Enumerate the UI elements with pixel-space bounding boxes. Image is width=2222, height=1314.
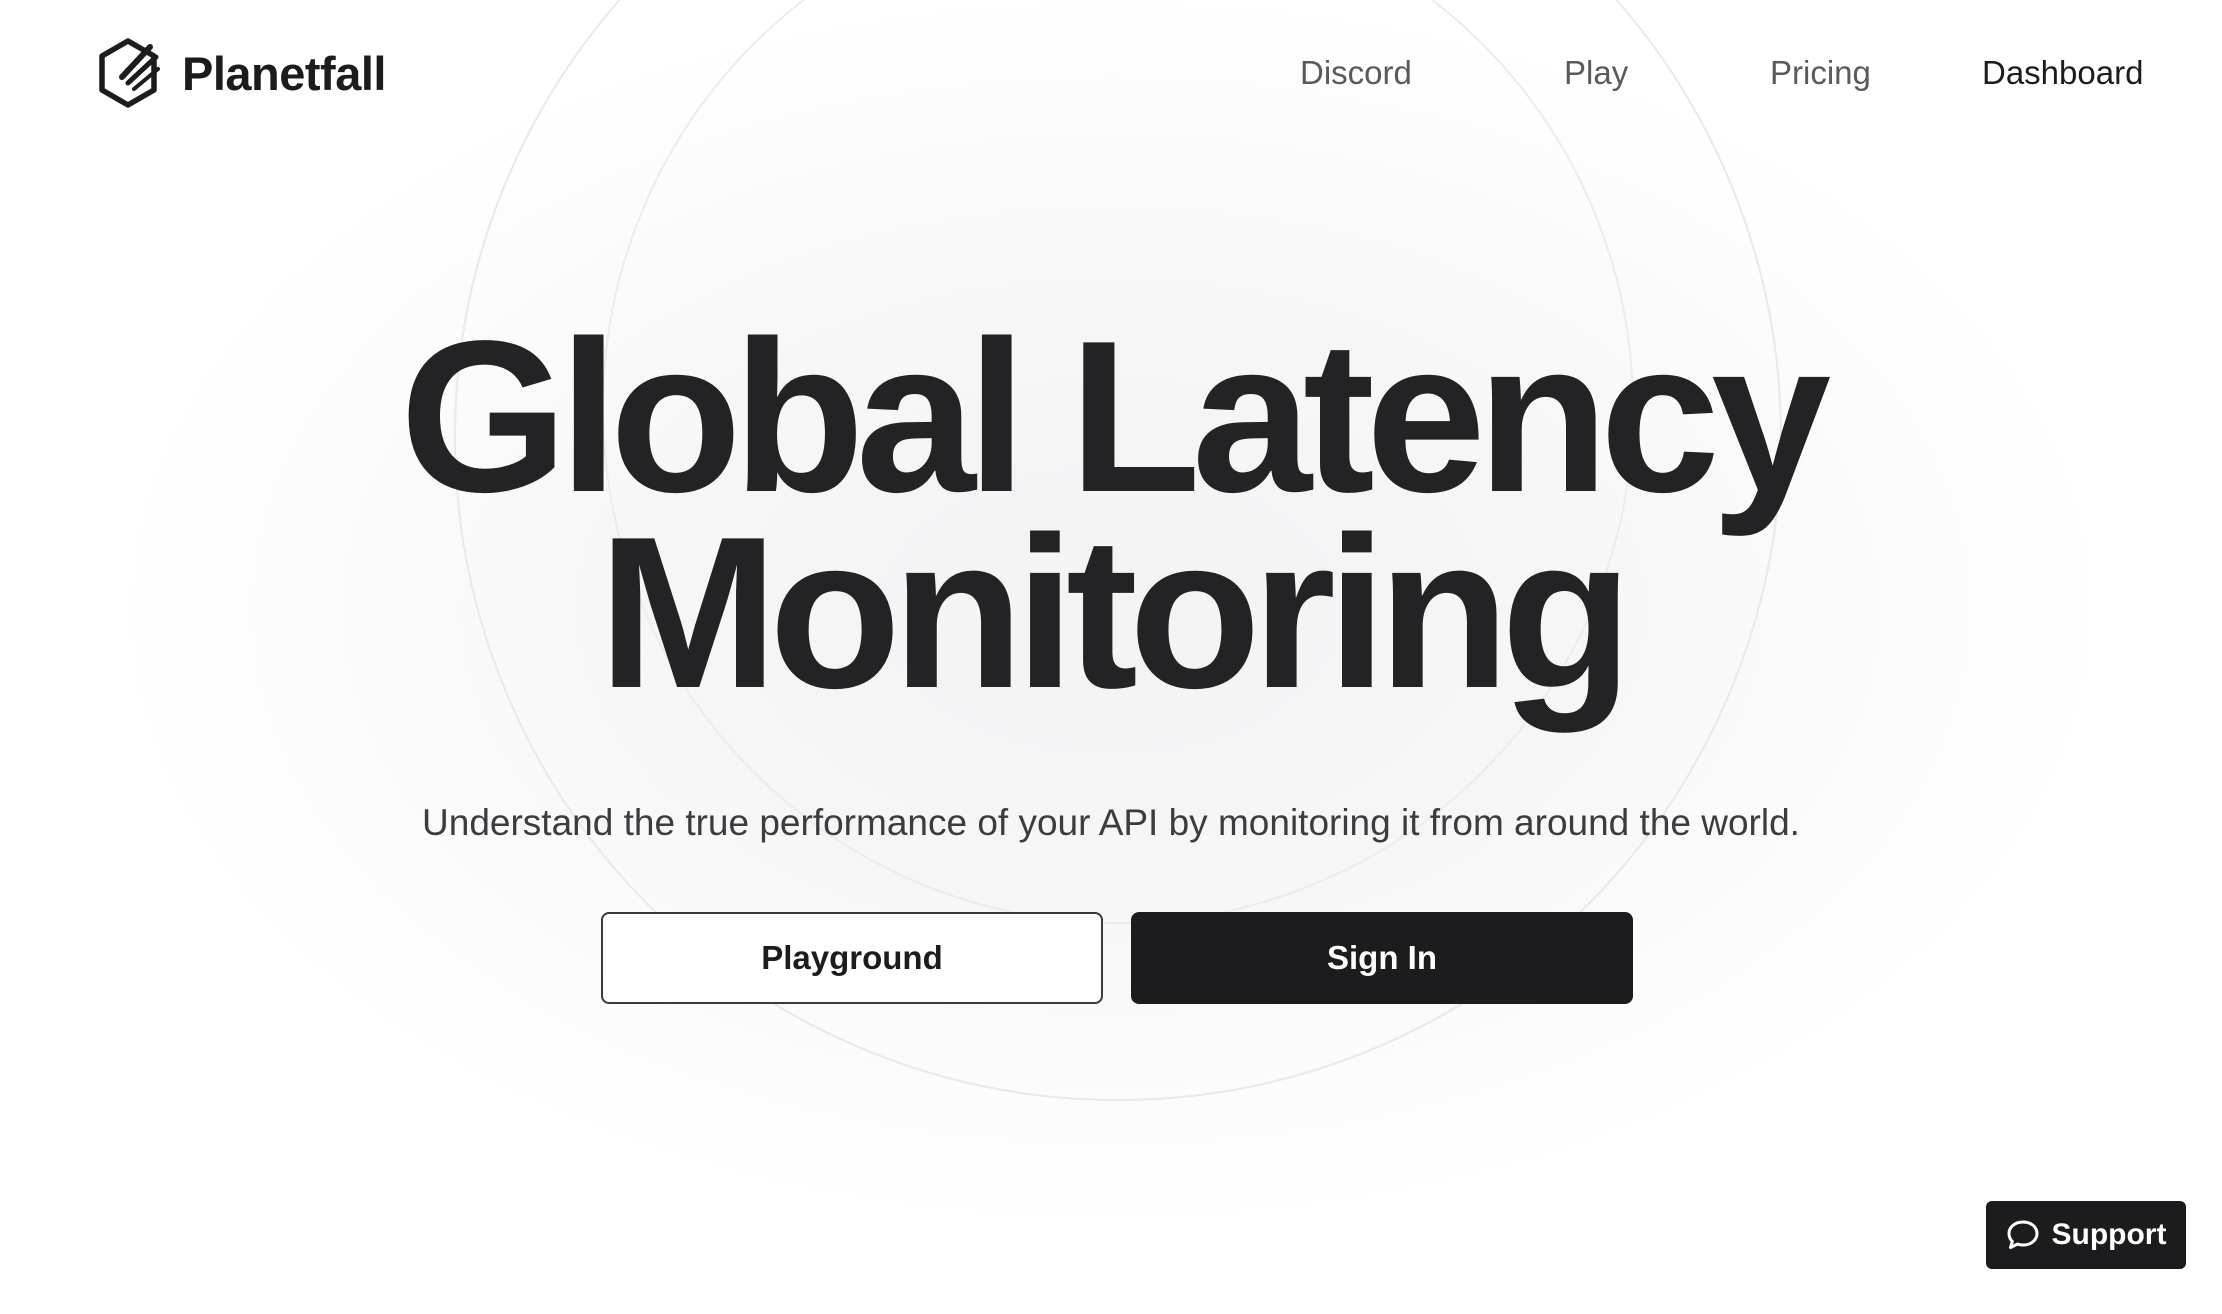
nav-link-pricing[interactable]: Pricing (1770, 48, 1871, 98)
support-label: Support (2051, 1218, 2167, 1251)
nav-link-discord[interactable]: Discord (1300, 48, 1412, 98)
nav-link-dashboard[interactable]: Dashboard (1982, 48, 2143, 98)
sign-in-button[interactable]: Sign In (1131, 912, 1633, 1004)
hero-title-line-2: Monitoring (598, 491, 1633, 733)
hero-title: Global Latency Monitoring (0, 295, 2222, 733)
brand-name: Planetfall (182, 46, 386, 100)
chat-bubble-icon (2007, 1220, 2038, 1249)
brand-home-link[interactable]: Planetfall (96, 36, 386, 110)
hero-title-line-1: Global Latency (399, 295, 1831, 537)
playground-button[interactable]: Playground (601, 912, 1103, 1004)
site-header: Planetfall Discord Play Pricing Dashboar… (0, 0, 2222, 150)
hexagon-logo-icon (99, 38, 160, 108)
hero-subtitle: Understand the true performance of your … (422, 802, 1800, 843)
support-button[interactable]: Support (1986, 1201, 2186, 1269)
nav-link-play[interactable]: Play (1564, 48, 1628, 98)
